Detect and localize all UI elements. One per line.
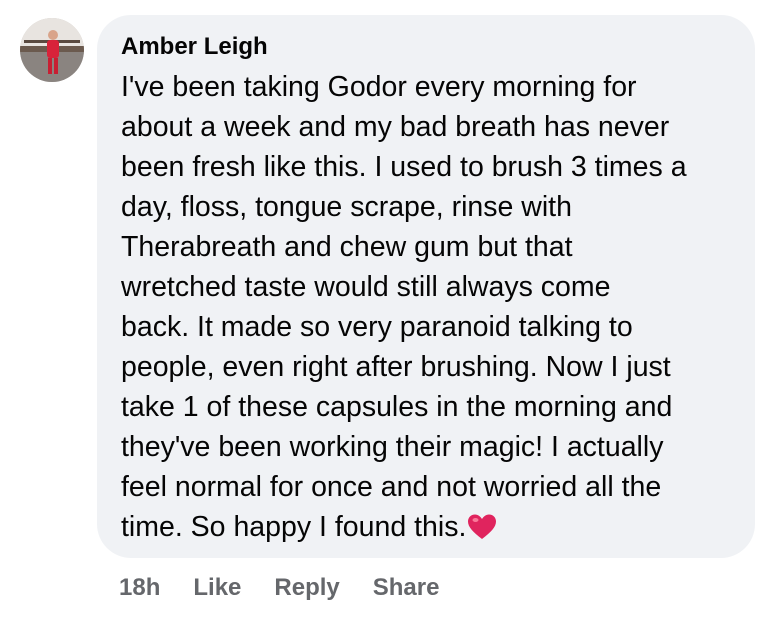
comment-line: Therabreath and chew gum but that <box>121 231 573 263</box>
comment-line: people, even right after brushing. Now I… <box>121 351 671 383</box>
avatar-image <box>20 18 84 82</box>
comment-line: about a week and my bad breath has never <box>121 111 670 143</box>
comment-text: I've been taking Godor every morning for… <box>121 67 735 552</box>
comment-author[interactable]: Amber Leigh <box>121 31 735 63</box>
avatar[interactable] <box>20 18 84 82</box>
comment-line: feel normal for once and not worried all… <box>121 471 662 503</box>
comment-line: been fresh like this. I used to brush 3 … <box>121 151 687 183</box>
like-button[interactable]: Like <box>193 574 241 602</box>
heart-emoji-icon <box>467 512 497 552</box>
comment-line: take 1 of these capsules in the morning … <box>121 391 673 423</box>
comment-line: they've been working their magic! I actu… <box>121 431 664 463</box>
comment-line: I've been taking Godor every morning for <box>121 71 637 103</box>
comment-actions: 18h Like Reply Share <box>119 570 439 606</box>
comment-timestamp[interactable]: 18h <box>119 574 160 602</box>
comment-line: wretched taste would still always come <box>121 271 611 303</box>
comment-line: back. It made so very paranoid talking t… <box>121 311 633 343</box>
comment-line: day, floss, tongue scrape, rinse with <box>121 191 572 223</box>
comment-bubble: Amber Leigh I've been taking Godor every… <box>97 15 755 558</box>
reply-button[interactable]: Reply <box>274 574 339 602</box>
comment-line: time. So happy I found this. <box>121 511 467 543</box>
share-button[interactable]: Share <box>373 574 440 602</box>
